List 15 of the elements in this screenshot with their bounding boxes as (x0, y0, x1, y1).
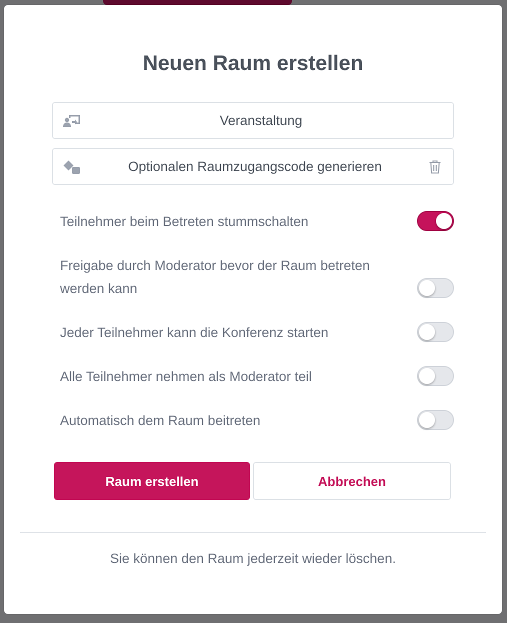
trash-icon[interactable] (429, 160, 441, 174)
input-field[interactable]: Veranstaltung (52, 102, 454, 139)
toggle-switch[interactable] (417, 211, 454, 231)
cancel-button[interactable]: Abbrechen (253, 462, 451, 500)
footer-note: Sie können den Raum jederzeit wieder löschen. (109, 551, 397, 566)
option-label: Teilnehmer beim Betreten stummschalten (59, 213, 310, 231)
option-label: Automatisch dem Raum beitreten (59, 412, 262, 430)
option-label: Jeder Teilnehmer kann die Konferenz starten (59, 324, 330, 342)
dice-icon (63, 160, 81, 174)
presentation-icon (63, 114, 81, 128)
create-button[interactable]: Raum erstellen (54, 462, 250, 500)
option-label: Freigabe durch Moderator bevor der Raum betreten werden kann (59, 257, 371, 298)
option-label: Alle Teilnehmer nehmen als Moderator teil (59, 368, 313, 386)
input-field[interactable]: Optionalen Raumzugangscode generieren (52, 148, 454, 185)
dialog-title: Neuen Raum erstellen (142, 52, 364, 76)
